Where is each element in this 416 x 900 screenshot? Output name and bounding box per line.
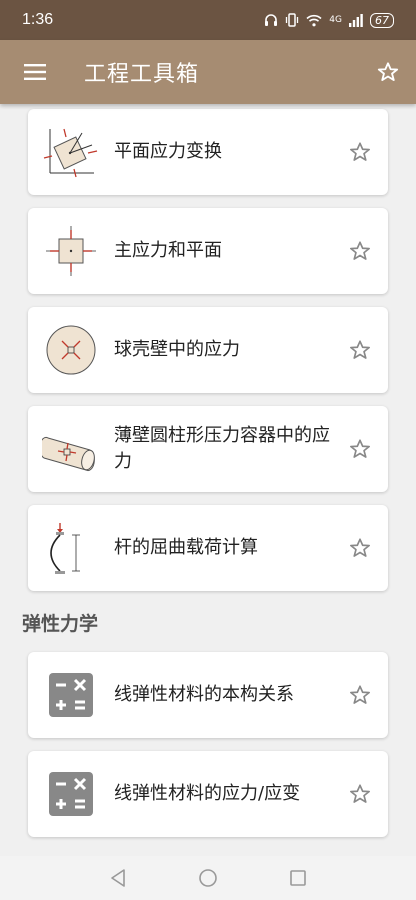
nav-home-button[interactable] [194, 864, 222, 892]
favorite-star-button[interactable] [332, 307, 388, 393]
app-title: 工程工具箱 [84, 62, 200, 87]
star-outline-icon [350, 340, 370, 359]
favorite-star-button[interactable] [332, 505, 388, 591]
column-buckling-diagram-icon [42, 519, 100, 577]
star-outline-icon [377, 62, 399, 81]
star-outline-icon [350, 538, 370, 557]
network-type-label: 4G [329, 15, 342, 25]
calculator-icon [42, 666, 100, 724]
list-item-label: 杆的屈曲载荷计算 [114, 537, 258, 558]
favorite-star-button[interactable] [332, 652, 388, 738]
favorite-star-button[interactable] [332, 751, 388, 837]
list-item-label: 薄壁圆柱形压力容器中的应力 [114, 425, 330, 472]
star-outline-icon [350, 784, 370, 803]
vibrate-icon [286, 13, 299, 27]
favorites-button[interactable] [360, 40, 416, 104]
list-item-label: 平面应力变换 [114, 141, 222, 162]
hamburger-menu-icon [24, 64, 46, 80]
system-nav-bar [0, 856, 416, 900]
list-item-label: 球壳壁中的应力 [114, 339, 240, 360]
star-outline-icon [350, 685, 370, 704]
star-outline-icon [350, 439, 370, 458]
calculator-icon [42, 765, 100, 823]
thin-walled-cylinder-diagram-icon [42, 420, 100, 478]
principal-stress-diagram-icon [42, 222, 100, 280]
wifi-icon [306, 14, 322, 26]
app-bar: 工程工具箱 [0, 40, 416, 104]
headphones-icon [265, 14, 278, 26]
list-item-label: 线弹性材料的本构关系 [114, 684, 294, 705]
list-item-label: 线弹性材料的应力/应变 [114, 783, 301, 804]
plane-stress-transform-diagram-icon [42, 123, 100, 181]
list-item-plane-stress-transform[interactable]: 平面应力变换 [28, 109, 388, 195]
battery-indicator: 67 [370, 12, 394, 28]
list-item-linear-elastic-stress-strain[interactable]: 线弹性材料的应力/应变 [28, 751, 388, 837]
list-item-column-buckling[interactable]: 杆的屈曲载荷计算 [28, 505, 388, 591]
star-outline-icon [350, 142, 370, 161]
list-item-principal-stress[interactable]: 主应力和平面 [28, 208, 388, 294]
list-item-spherical-shell[interactable]: 球壳壁中的应力 [28, 307, 388, 393]
back-triangle-icon [111, 869, 125, 887]
list-item-thin-walled-cylinder[interactable]: 薄壁圆柱形压力容器中的应力 [28, 406, 388, 492]
nav-recents-button[interactable] [284, 864, 312, 892]
content-list[interactable]: 平面应力变换 主应力和平面 球壳壁中的应力 薄壁圆柱形压力容器中的应力 杆的屈曲… [0, 104, 416, 856]
status-time: 1:36 [22, 11, 54, 28]
star-outline-icon [350, 241, 370, 260]
favorite-star-button[interactable] [332, 109, 388, 195]
status-bar: 1:36 4G 67 [0, 0, 416, 40]
recents-square-icon [290, 870, 306, 886]
favorite-star-button[interactable] [332, 406, 388, 492]
section-header-elasticity: 弹性力学 [22, 613, 99, 635]
status-icons: 4G 67 [264, 12, 394, 28]
home-circle-icon [199, 869, 217, 887]
nav-back-button[interactable] [104, 864, 132, 892]
spherical-shell-diagram-icon [42, 321, 100, 379]
list-item-label: 主应力和平面 [114, 240, 222, 261]
menu-button[interactable] [0, 40, 70, 104]
list-item-linear-elastic-constitutive[interactable]: 线弹性材料的本构关系 [28, 652, 388, 738]
favorite-star-button[interactable] [332, 208, 388, 294]
signal-icon [349, 13, 363, 27]
